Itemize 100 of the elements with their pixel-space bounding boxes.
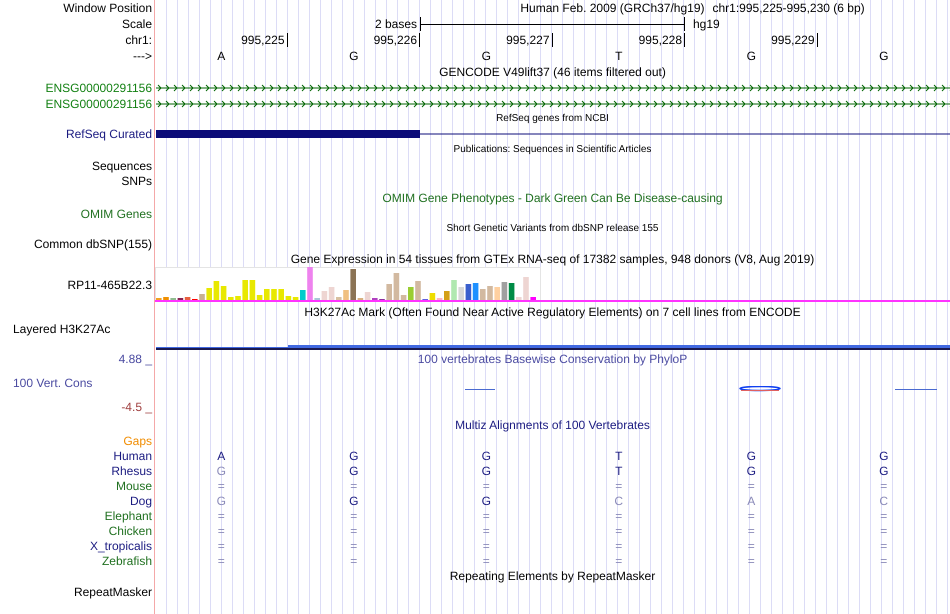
alignment-base: G — [482, 494, 491, 508]
track-label[interactable]: Sequences — [92, 158, 152, 172]
alignment-base: T — [615, 464, 622, 478]
track-title: Short Genetic Variants from dbSNP release 155 — [446, 222, 658, 236]
alignment-base: = — [615, 538, 622, 552]
track-title: H3K27Ac Mark (Often Found Near Active Regulatory Elements) on 7 cell lines from ENCODE — [304, 305, 801, 319]
alignment-base: = — [615, 554, 622, 568]
track-label[interactable]: SNPs — [121, 174, 152, 188]
alignment-base: A — [747, 494, 756, 508]
alignment-base: G — [349, 464, 358, 478]
gene-model-drawing[interactable] — [156, 129, 950, 139]
track-title: GENCODE V49lift37 (46 items filtered out) — [439, 65, 666, 79]
alignment-base: = — [748, 524, 755, 538]
alignment-base: = — [748, 554, 755, 568]
track-label[interactable]: Layered H3K27Ac — [13, 322, 110, 336]
axis-min-label: -4.5 _ — [121, 400, 152, 414]
alignment-base: T — [615, 448, 622, 462]
base-letter: G — [746, 49, 756, 63]
alignment-base: = — [748, 538, 755, 552]
alignment-base: = — [880, 524, 888, 538]
alignment-base: = — [350, 508, 358, 522]
position-label: 995,226 — [374, 33, 420, 47]
track-label[interactable]: RepeatMasker — [74, 585, 152, 599]
species-label[interactable]: Mouse — [116, 478, 152, 492]
strand-label: ---> — [133, 49, 152, 63]
alignment-base: = — [482, 524, 490, 538]
alignment-base: = — [482, 538, 490, 552]
alignment-base: A — [217, 448, 226, 462]
axis-max-label: 4.88 _ — [118, 352, 152, 366]
expression-chart-drawing[interactable] — [155, 267, 541, 300]
alignment-base: C — [879, 494, 888, 508]
alignment-base: G — [879, 464, 888, 478]
alignment-base: = — [218, 538, 225, 552]
gene-label[interactable]: ENSG00000291156 — [45, 81, 152, 95]
alignment-base: G — [746, 464, 756, 478]
alignment-base: = — [218, 554, 225, 568]
row-label: Scale — [122, 17, 152, 31]
gene-strand-line[interactable] — [156, 99, 950, 109]
track-label[interactable]: RefSeq Curated — [66, 127, 152, 141]
alignment-base: = — [482, 478, 490, 492]
alignment-base: G — [216, 464, 226, 478]
track-title: 100 vertebrates Basewise Conservation by PhyloP — [418, 352, 688, 366]
alignment-base: = — [218, 524, 225, 538]
alignment-base: = — [350, 538, 358, 552]
alignment-base: = — [880, 478, 888, 492]
alignment-base: = — [350, 524, 358, 538]
assembly-title: Human Feb. 2009 (GRCh37/hg19) — [520, 1, 704, 15]
base-letter: G — [349, 49, 358, 63]
species-label[interactable]: Dog — [130, 494, 152, 508]
alignment-base: G — [482, 464, 491, 478]
species-label[interactable]: X_tropicalis — [90, 538, 152, 552]
position-range: chr1:995,225-995,230 (6 bp) — [712, 1, 865, 15]
scale-span: 2 bases — [374, 17, 418, 31]
alignment-base: = — [880, 538, 888, 552]
position-label: 995,227 — [506, 33, 552, 47]
alignment-base: = — [880, 508, 888, 522]
base-letter: G — [482, 49, 491, 63]
alignment-base: G — [482, 448, 491, 462]
alignment-base: = — [482, 508, 490, 522]
position-label: 995,229 — [771, 33, 818, 47]
track-label[interactable]: OMIM Genes — [80, 207, 152, 221]
base-letter: T — [615, 49, 622, 63]
alignment-base: = — [350, 554, 358, 568]
alignment-base: = — [748, 508, 755, 522]
track-title: OMIM Gene Phenotypes - Dark Green Can Be Disease-causing — [382, 191, 723, 205]
track-title: Repeating Elements by RepeatMasker — [450, 569, 656, 583]
species-label[interactable]: Human — [113, 448, 152, 462]
alignment-base: = — [748, 478, 755, 492]
alignment-base: = — [350, 478, 358, 492]
conservation-mark-icon — [465, 388, 495, 390]
scale-assembly: hg19 — [692, 17, 720, 31]
alignment-base: = — [218, 508, 225, 522]
track-label[interactable]: RP11-465B22.3 — [67, 278, 152, 292]
track-label[interactable]: Common dbSNP(155) — [34, 237, 152, 251]
track-label[interactable]: 100 Vert. Cons — [13, 376, 92, 390]
species-label[interactable]: Zebrafish — [102, 554, 152, 568]
alignment-base: G — [349, 448, 358, 462]
alignment-base: = — [615, 524, 622, 538]
alignment-base: = — [482, 554, 490, 568]
base-letter: A — [217, 49, 226, 63]
alignment-base: = — [615, 508, 622, 522]
gene-strand-line[interactable] — [156, 83, 950, 93]
conservation-mark-icon — [895, 388, 937, 390]
base-letter: G — [879, 49, 888, 63]
alignment-base: G — [216, 494, 226, 508]
track-title: Gene Expression in 54 tissues from GTEx RNA-seq of 17382 samples, 948 donors (V8, Aug 2019) — [290, 252, 814, 266]
gene-label[interactable]: ENSG00000291156 — [45, 97, 152, 111]
alignment-base: C — [614, 494, 624, 508]
alignment-base: = — [880, 554, 888, 568]
row-label: Window Position — [63, 1, 152, 15]
alignment-base: G — [879, 448, 888, 462]
track-title: Publications: Sequences in Scientific Articles — [454, 143, 652, 157]
position-label: 995,225 — [241, 33, 288, 47]
track-title: RefSeq genes from NCBI — [496, 112, 609, 126]
species-label[interactable]: Chicken — [108, 524, 152, 538]
species-label[interactable]: Elephant — [104, 508, 152, 522]
species-label[interactable]: Rhesus — [111, 464, 152, 478]
row-label: chr1: — [125, 33, 152, 47]
alignment-base: G — [349, 494, 358, 508]
alignment-base: G — [746, 448, 756, 462]
